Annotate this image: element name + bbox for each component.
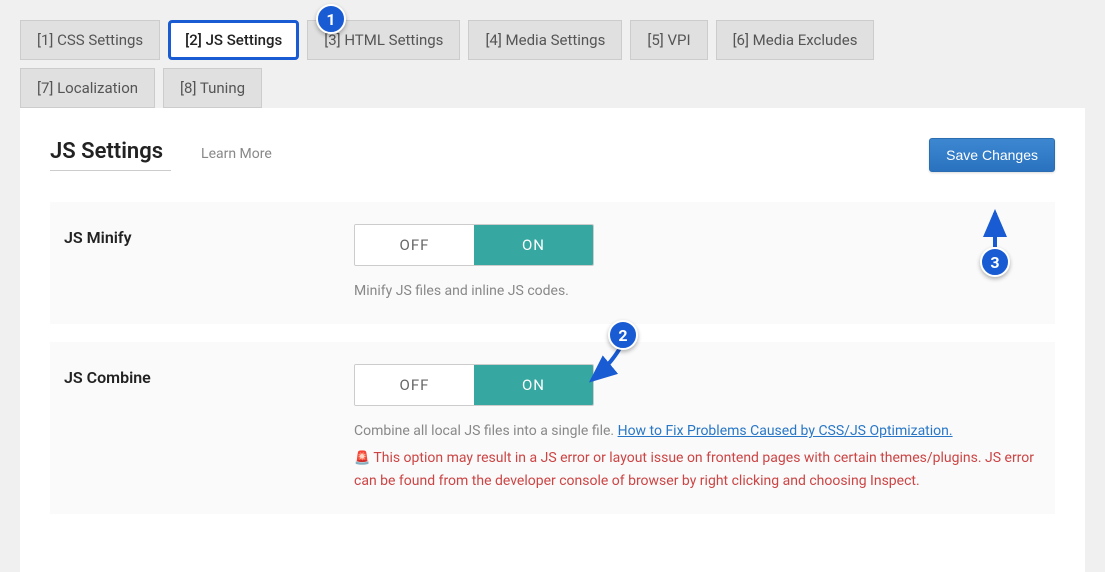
setting-description: Minify JS files and inline JS codes. — [354, 280, 1055, 302]
warning-text: This option may result in a JS error or … — [354, 450, 1034, 489]
tab-localization[interactable]: [7] Localization — [20, 68, 155, 108]
tab-tuning[interactable]: [8] Tuning — [163, 68, 262, 108]
setting-label: JS Combine — [64, 364, 354, 387]
page-title: JS Settings — [50, 139, 171, 171]
annotation-marker-3: 3 — [980, 247, 1010, 277]
setting-js-combine: JS Combine OFF ON Combine all local JS f… — [50, 342, 1055, 514]
tab-vpi[interactable]: [5] VPI — [630, 20, 707, 60]
settings-panel: JS Settings Learn More Save Changes JS M… — [20, 108, 1085, 572]
toggle-on[interactable]: ON — [474, 225, 593, 265]
desc-text: Combine all local JS files into a single… — [354, 423, 618, 439]
tab-css-settings[interactable]: [1] CSS Settings — [20, 20, 160, 60]
warning-icon: 🚨 — [354, 449, 370, 470]
help-link[interactable]: How to Fix Problems Caused by CSS/JS Opt… — [618, 423, 953, 439]
setting-description: Combine all local JS files into a single… — [354, 420, 1055, 442]
tab-media-excludes[interactable]: [6] Media Excludes — [716, 20, 875, 60]
save-changes-button[interactable]: Save Changes — [929, 138, 1055, 172]
toggle-off[interactable]: OFF — [355, 365, 474, 405]
tab-media-settings[interactable]: [4] Media Settings — [468, 20, 622, 60]
learn-more-link[interactable]: Learn More — [201, 146, 272, 162]
toggle-js-minify[interactable]: OFF ON — [354, 224, 594, 266]
annotation-marker-2: 2 — [608, 320, 638, 350]
toggle-js-combine[interactable]: OFF ON — [354, 364, 594, 406]
tab-js-settings[interactable]: [2] JS Settings — [168, 20, 299, 60]
setting-warning: 🚨 This option may result in a JS error o… — [354, 447, 1055, 492]
toggle-off[interactable]: OFF — [355, 225, 474, 265]
annotation-marker-1: 1 — [316, 4, 346, 34]
setting-label: JS Minify — [64, 224, 354, 247]
setting-js-minify: JS Minify OFF ON Minify JS files and inl… — [50, 202, 1055, 324]
annotation-arrow-3 — [983, 205, 1007, 249]
tab-bar: [1] CSS Settings [2] JS Settings [3] HTM… — [0, 0, 1105, 108]
